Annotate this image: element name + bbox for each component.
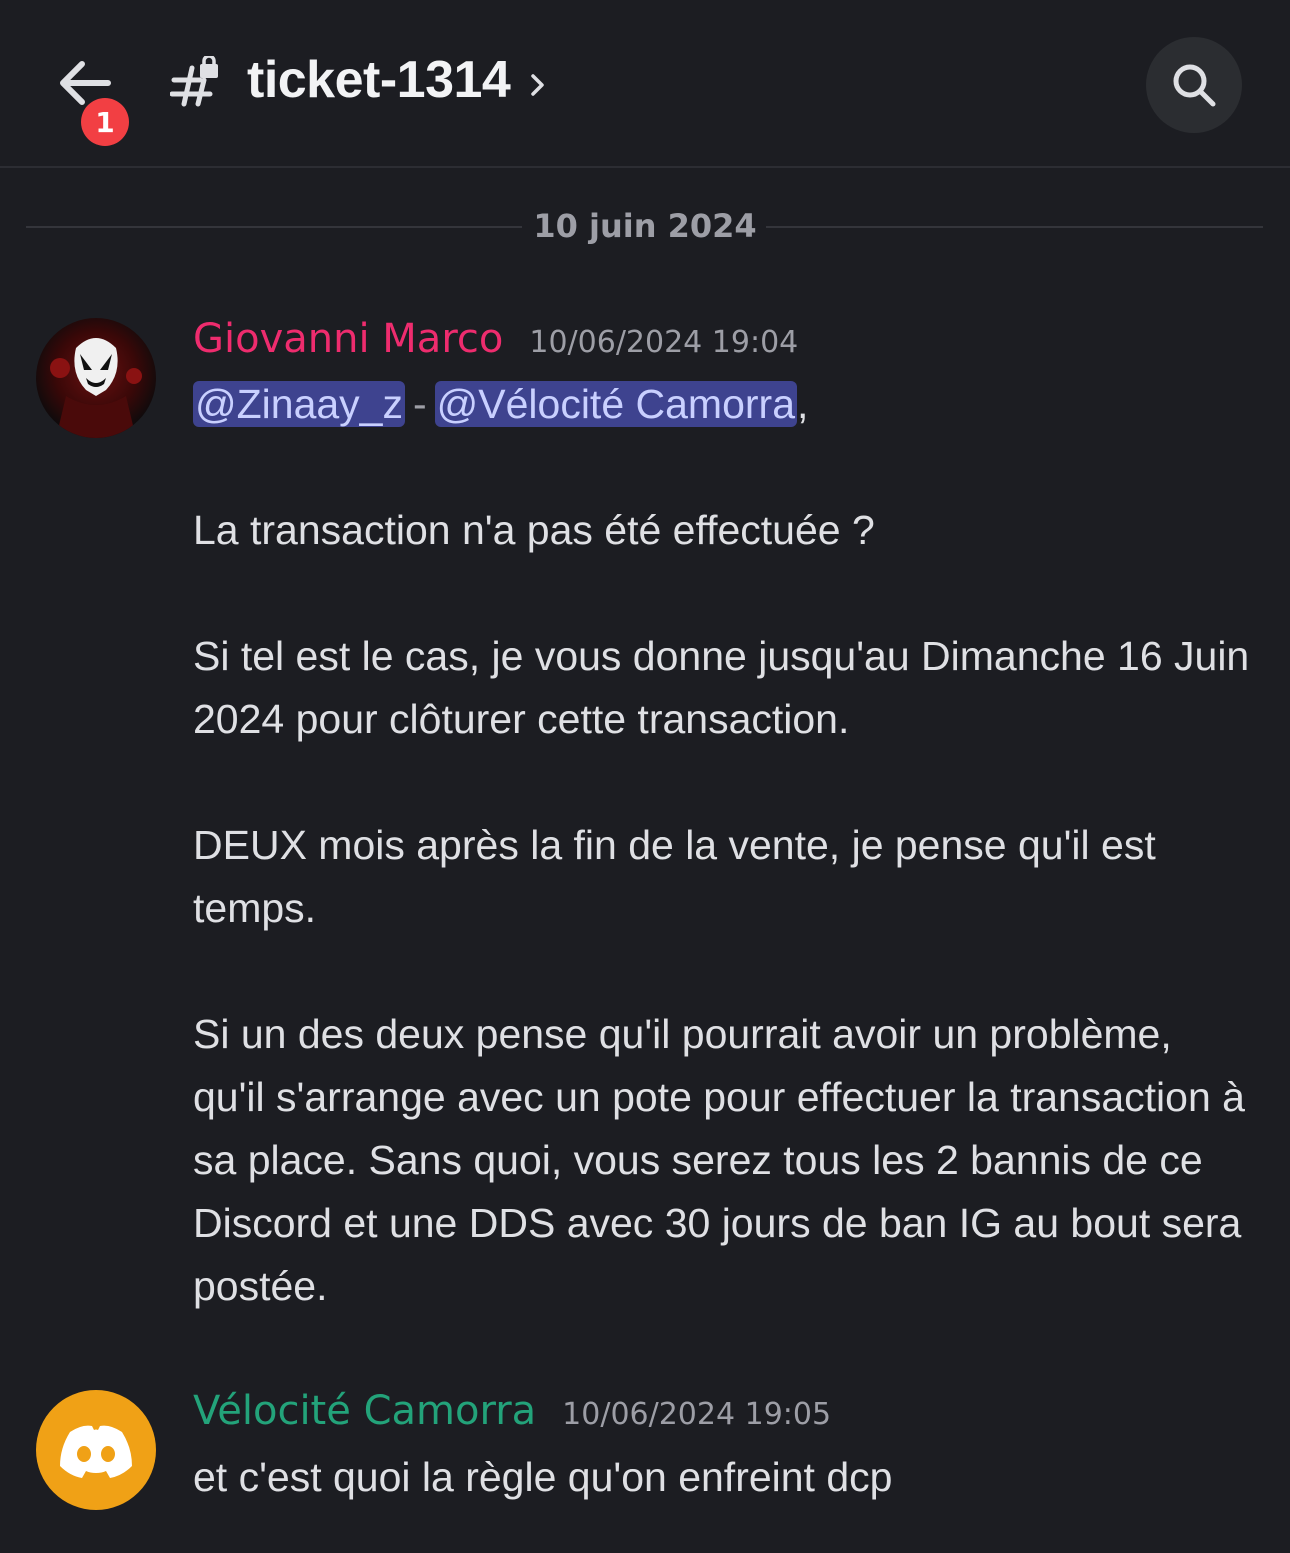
date-divider-line-right [766,226,1263,228]
user-mention[interactable]: @Vélocité Camorra [434,381,797,427]
date-divider: 10 juin 2024 [533,207,757,245]
message-paragraph: et c'est quoi la règle qu'on enfreint dc… [193,1454,893,1500]
search-button[interactable] [1146,37,1242,133]
mention-separator: - [412,381,427,427]
mention-line: @Zinaay_z - @Vélocité Camorra, [193,373,1253,436]
search-icon [1173,64,1216,107]
message-content: et c'est quoi la règle qu'on enfreint dc… [193,1446,1253,1509]
avatar[interactable] [36,1390,156,1510]
discord-logo-icon [60,1425,132,1478]
locked-channel-icon [170,56,218,107]
message-header: Vélocité Camorra 10/06/2024 19:05 [193,1388,831,1434]
message-paragraph: Si un des deux pense qu'il pourrait avoi… [193,1011,1245,1309]
message-content: @Zinaay_z - @Vélocité Camorra, La transact… [193,373,1253,1318]
date-divider-line-left [26,226,522,228]
mention-trailing-comma: , [797,381,809,427]
user-mention[interactable]: @Zinaay_z [193,381,405,427]
chevron-right-icon[interactable] [528,70,548,100]
back-button[interactable]: 1 [50,50,129,146]
author-name[interactable]: Vélocité Camorra [193,1388,536,1434]
author-name[interactable]: Giovanni Marco [193,316,503,362]
channel-header: 1 ticket-1314 [0,0,1290,168]
message-paragraph: La transaction n'a pas été effectuée ? [193,507,875,553]
message-paragraph: Si tel est le cas, je vous donne jusqu'a… [193,633,1250,742]
message-header: Giovanni Marco 10/06/2024 19:04 [193,316,798,362]
avatar[interactable] [36,318,156,438]
channel-name[interactable]: ticket-1314 [247,50,511,110]
message-timestamp: 10/06/2024 19:05 [562,1397,832,1432]
venom-face-icon [50,338,142,438]
message-timestamp: 10/06/2024 19:04 [529,325,799,360]
notification-badge: 1 [81,98,129,146]
message-paragraph: DEUX mois après la fin de la vente, je p… [193,822,1156,931]
